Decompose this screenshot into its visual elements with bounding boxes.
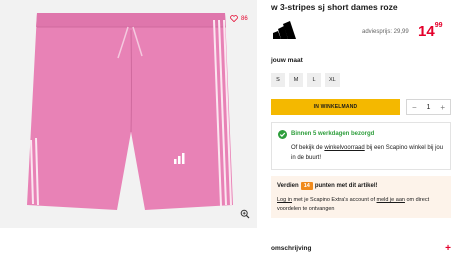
expand-icon[interactable]: +	[445, 243, 451, 254]
add-to-cart-button[interactable]: IN WINKELMAND	[271, 99, 400, 115]
advice-price: adviesprijs: 29,99	[362, 29, 409, 35]
delivery-text-before: Of bekijk de	[291, 145, 325, 151]
points-prefix: Verdien	[277, 183, 299, 189]
product-image-panel[interactable]: 86	[0, 0, 257, 228]
size-option-s[interactable]: S	[271, 73, 285, 87]
size-option-xl[interactable]: XL	[325, 73, 340, 87]
points-headline: Verdien 14 punten met dit artikel!	[277, 182, 377, 190]
description-label: omschrijving	[271, 245, 312, 252]
signup-link[interactable]: meld je aan	[377, 197, 405, 203]
points-text-mid: met je Scapino Extra's account of	[292, 197, 377, 203]
size-options: S M L XL	[271, 73, 340, 87]
delivery-info: Binnen 5 werkdagen bezorgd Of bekijk de …	[271, 122, 451, 170]
description-accordion[interactable]: omschrijving +	[271, 243, 451, 254]
quantity-decrease-button[interactable]: −	[412, 103, 417, 112]
adidas-logo	[273, 21, 296, 39]
check-icon	[278, 130, 287, 139]
wishlist-button[interactable]: 86	[230, 15, 248, 22]
product-title: w 3-stripes sj short dames roze	[271, 2, 398, 12]
zoom-icon[interactable]	[240, 209, 250, 219]
points-badge: 14	[300, 182, 313, 190]
quantity-value[interactable]: 1	[427, 104, 431, 111]
points-text: Log in met je Scapino Extra's account of…	[277, 196, 449, 214]
delivery-text: Of bekijk de winkelvoorraad bij een Scap…	[291, 143, 449, 163]
size-label: jouw maat	[271, 57, 303, 64]
price-cents: 99	[434, 22, 443, 29]
loyalty-points-box: Verdien 14 punten met dit artikel! Log i…	[271, 176, 451, 218]
points-suffix: punten met dit artikel!	[314, 183, 378, 189]
price-main: 14	[418, 23, 435, 40]
login-link[interactable]: Log in	[277, 197, 292, 203]
product-image	[27, 13, 233, 210]
heart-icon	[230, 15, 238, 22]
price: 1499	[418, 22, 443, 41]
wishlist-count: 86	[241, 15, 248, 22]
size-option-m[interactable]: M	[289, 73, 303, 87]
quantity-stepper: − 1 +	[406, 99, 451, 115]
delivery-title: Binnen 5 werkdagen bezorgd	[291, 131, 375, 137]
store-stock-link[interactable]: winkelvoorraad	[324, 145, 364, 151]
quantity-increase-button[interactable]: +	[440, 103, 445, 112]
size-option-l[interactable]: L	[307, 73, 321, 87]
